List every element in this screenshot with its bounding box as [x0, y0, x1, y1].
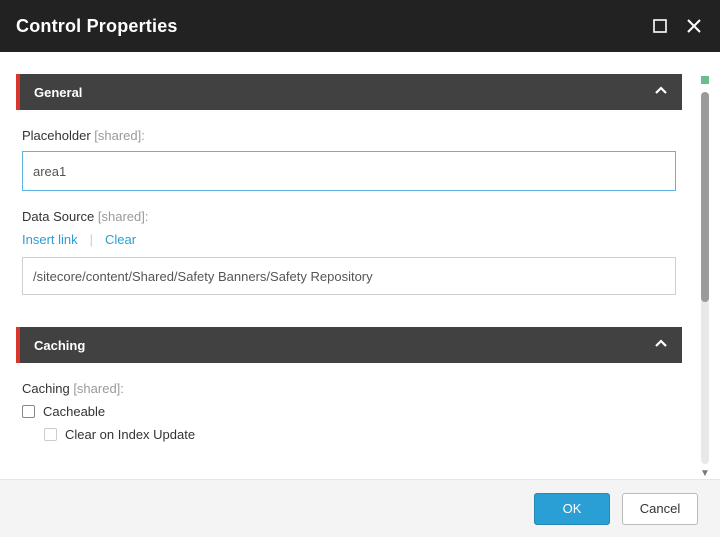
- caching-label: Caching [shared]:: [22, 381, 676, 396]
- general-panel-body: Placeholder [shared]: Data Source [share…: [16, 110, 682, 305]
- ok-button[interactable]: OK: [534, 493, 610, 525]
- scroll-down-icon[interactable]: ▼: [699, 468, 711, 479]
- clear-action[interactable]: Clear: [105, 232, 136, 247]
- title-bar: Control Properties: [0, 0, 720, 52]
- chevron-up-icon: [654, 84, 668, 101]
- maximize-icon: [652, 18, 668, 34]
- status-indicator: [701, 76, 709, 84]
- insert-link-action[interactable]: Insert link: [22, 232, 78, 247]
- maximize-button[interactable]: [646, 12, 674, 40]
- clear-on-index-update-row[interactable]: Clear on Index Update: [22, 427, 676, 442]
- link-separator: |: [90, 232, 93, 247]
- general-panel-title: General: [34, 85, 82, 100]
- scrollbar-track[interactable]: [701, 92, 709, 464]
- dialog-footer: OK Cancel: [0, 479, 720, 537]
- caching-panel-body: Caching [shared]: Cacheable Clear on Ind…: [16, 363, 682, 459]
- placeholder-input[interactable]: [22, 151, 676, 191]
- checkbox-icon: [22, 405, 35, 418]
- close-button[interactable]: [680, 12, 708, 40]
- caching-panel-title: Caching: [34, 338, 85, 353]
- cacheable-label: Cacheable: [43, 404, 105, 419]
- datasource-label: Data Source [shared]:: [22, 209, 676, 224]
- content-area: General Placeholder [shared]: Data Sourc…: [16, 74, 690, 479]
- placeholder-label: Placeholder [shared]:: [22, 128, 676, 143]
- cancel-button[interactable]: Cancel: [622, 493, 698, 525]
- dialog-title: Control Properties: [16, 16, 640, 37]
- control-properties-dialog: Control Properties General Placeholder [: [0, 0, 720, 537]
- checkbox-icon: [44, 428, 57, 441]
- caching-panel: Caching Caching [shared]: Cacheable: [16, 327, 682, 459]
- general-panel-header[interactable]: General: [16, 74, 682, 110]
- scrollbar-thumb[interactable]: [701, 92, 709, 302]
- cacheable-row[interactable]: Cacheable: [22, 404, 676, 419]
- right-sidebar: ▼: [690, 74, 720, 479]
- general-panel: General Placeholder [shared]: Data Sourc…: [16, 74, 682, 305]
- caching-panel-header[interactable]: Caching: [16, 327, 682, 363]
- datasource-input[interactable]: [22, 257, 676, 295]
- clear-on-index-update-label: Clear on Index Update: [65, 427, 195, 442]
- chevron-up-icon: [654, 337, 668, 354]
- close-icon: [685, 17, 703, 35]
